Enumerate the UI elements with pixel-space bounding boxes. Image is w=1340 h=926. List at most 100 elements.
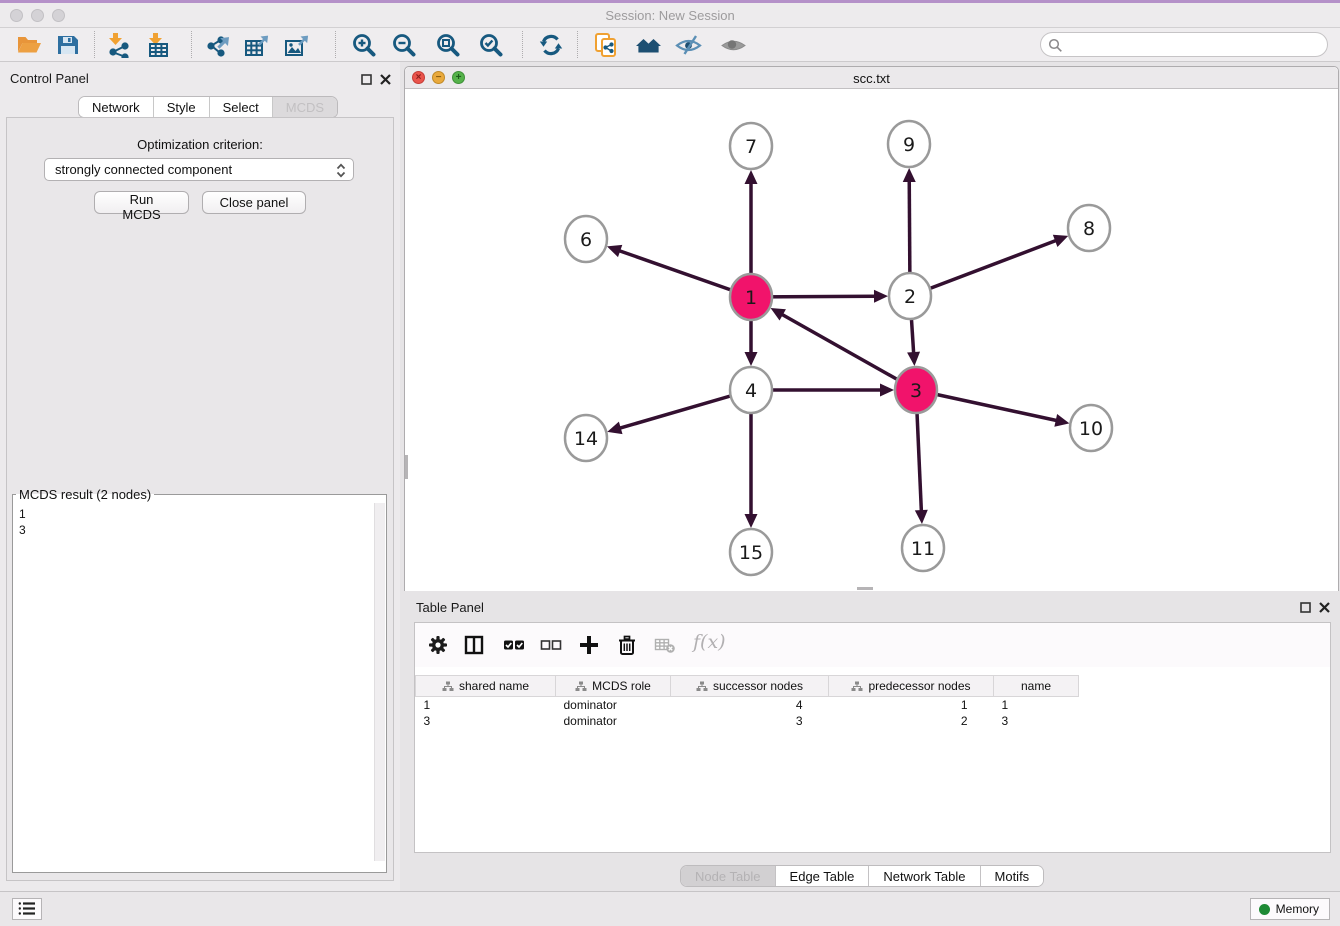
graph-node-label: 2 <box>904 286 916 308</box>
graph-edge-3-1[interactable] <box>781 314 916 390</box>
mcds-result-text[interactable]: 1 3 <box>19 506 26 538</box>
tab-select[interactable]: Select <box>210 97 273 118</box>
column-header-successor-nodes[interactable]: successor nodes <box>671 676 829 697</box>
close-panel-button[interactable]: Close panel <box>202 191 306 214</box>
refresh-button[interactable] <box>535 30 567 60</box>
settings-gear-icon <box>427 634 449 656</box>
edge-arrowhead-icon <box>745 170 758 184</box>
table-row[interactable]: 1 dominator 4 1 1 <box>416 697 1331 713</box>
column-type-icon <box>851 681 863 692</box>
add-column-icon <box>578 634 600 656</box>
task-list-icon <box>18 901 36 916</box>
search-input[interactable] <box>1067 35 1317 54</box>
graph-edge-2-8[interactable] <box>910 240 1057 296</box>
import-table-button[interactable] <box>142 30 174 60</box>
graph-node-label: 7 <box>745 136 757 158</box>
delete-button[interactable] <box>614 633 640 659</box>
graph-node-label: 1 <box>745 287 757 309</box>
application-window: Session: New Session <box>0 0 1340 926</box>
tab-style[interactable]: Style <box>154 97 210 118</box>
optimization-criterion-select[interactable]: strongly connected component <box>44 158 354 181</box>
edge-arrowhead-icon <box>1054 414 1069 427</box>
export-network-button[interactable] <box>203 30 235 60</box>
deselect-all-button[interactable] <box>538 633 564 659</box>
network-canvas[interactable]: 1234678910111415 <box>405 89 1338 591</box>
export-image-button[interactable] <box>281 30 313 60</box>
table-header-row: shared name MCDS role successor nodes pr… <box>416 676 1331 697</box>
toolbar-separator <box>577 31 578 58</box>
close-panel-icon <box>380 74 391 85</box>
clone-network-icon <box>592 32 619 59</box>
save-session-button[interactable] <box>52 30 84 60</box>
zoom-out-button[interactable] <box>388 30 420 60</box>
refresh-icon <box>538 32 564 58</box>
task-history-button[interactable] <box>12 898 42 920</box>
mcds-result-box: MCDS result (2 nodes) 1 3 <box>12 487 387 873</box>
memory-button[interactable]: Memory <box>1250 898 1330 920</box>
table-panel-float-button[interactable] <box>1298 601 1312 615</box>
import-network-button[interactable] <box>102 30 134 60</box>
edge-arrowhead-icon <box>1053 235 1068 247</box>
control-panel-close-button[interactable] <box>378 73 392 87</box>
edge-arrowhead-icon <box>915 510 928 524</box>
column-header-predecessor-nodes[interactable]: predecessor nodes <box>829 676 994 697</box>
column-header-name[interactable]: name <box>994 676 1079 697</box>
column-header-mcds-role[interactable]: MCDS role <box>556 676 671 697</box>
tab-edge-table[interactable]: Edge Table <box>776 866 870 887</box>
run-mcds-button[interactable]: Run MCDS <box>94 191 189 214</box>
zoom-selected-button[interactable] <box>475 30 507 60</box>
birds-eye-view-button[interactable] <box>717 30 749 60</box>
cyndex-home-button[interactable] <box>632 30 664 60</box>
edge-arrowhead-icon <box>903 168 916 182</box>
delete-icon <box>616 634 638 656</box>
tab-motifs[interactable]: Motifs <box>981 866 1044 887</box>
column-header-filler <box>1079 676 1331 697</box>
clone-network-button[interactable] <box>589 30 621 60</box>
node-table-container: f(x) shared name MCDS role successor nod… <box>414 622 1331 853</box>
edge-arrowhead-icon <box>880 384 894 397</box>
column-type-icon <box>575 681 587 692</box>
open-file-button[interactable] <box>13 30 45 60</box>
graph-node-label: 9 <box>903 134 915 156</box>
toggle-graphics-details-button[interactable] <box>672 30 704 60</box>
column-header-shared-name[interactable]: shared name <box>416 676 556 697</box>
column-visibility-button[interactable] <box>461 633 487 659</box>
column-type-icon <box>696 681 708 692</box>
float-panel-icon <box>361 74 372 85</box>
cyndex-home-icon <box>635 32 662 59</box>
graph-node-label: 4 <box>745 380 757 402</box>
edge-arrowhead-icon <box>607 245 622 257</box>
control-panel-title: Control Panel <box>10 71 89 86</box>
status-bar: Memory <box>0 891 1340 926</box>
import-network-icon <box>105 32 131 58</box>
canvas-vertical-scroll-thumb[interactable] <box>405 455 408 479</box>
tab-network[interactable]: Network <box>79 97 154 118</box>
table-panel-tabs: Node Table Edge Table Network Table Moti… <box>680 865 1044 887</box>
add-column-button[interactable] <box>576 633 602 659</box>
zoom-fit-button[interactable] <box>432 30 464 60</box>
table-panel-close-button[interactable] <box>1317 601 1331 615</box>
titlebar: Session: New Session <box>0 3 1340 28</box>
window-title: Session: New Session <box>0 8 1340 23</box>
tab-node-table[interactable]: Node Table <box>681 866 776 887</box>
table-row[interactable]: 3 dominator 3 2 3 <box>416 713 1331 729</box>
function-builder-icon[interactable]: f(x) <box>693 631 726 653</box>
tab-mcds[interactable]: MCDS <box>273 97 337 118</box>
graph-node-label: 3 <box>910 380 922 402</box>
toolbar-separator <box>522 31 523 58</box>
tab-network-table[interactable]: Network Table <box>869 866 980 887</box>
export-table-icon <box>244 32 270 58</box>
network-window-titlebar[interactable]: × − + scc.txt <box>405 67 1338 89</box>
delete-table-button[interactable] <box>652 633 678 659</box>
zoom-in-button[interactable] <box>348 30 380 60</box>
select-all-icon <box>503 634 525 656</box>
export-network-icon <box>206 32 232 58</box>
close-panel-icon <box>1319 602 1330 613</box>
select-all-button[interactable] <box>501 633 527 659</box>
control-panel-float-button[interactable] <box>359 73 373 87</box>
table-settings-button[interactable] <box>425 633 451 659</box>
graph-node-label: 14 <box>574 428 598 450</box>
canvas-horizontal-scroll-thumb[interactable] <box>857 587 873 590</box>
result-scrollbar[interactable] <box>374 503 385 861</box>
export-table-button[interactable] <box>241 30 273 60</box>
